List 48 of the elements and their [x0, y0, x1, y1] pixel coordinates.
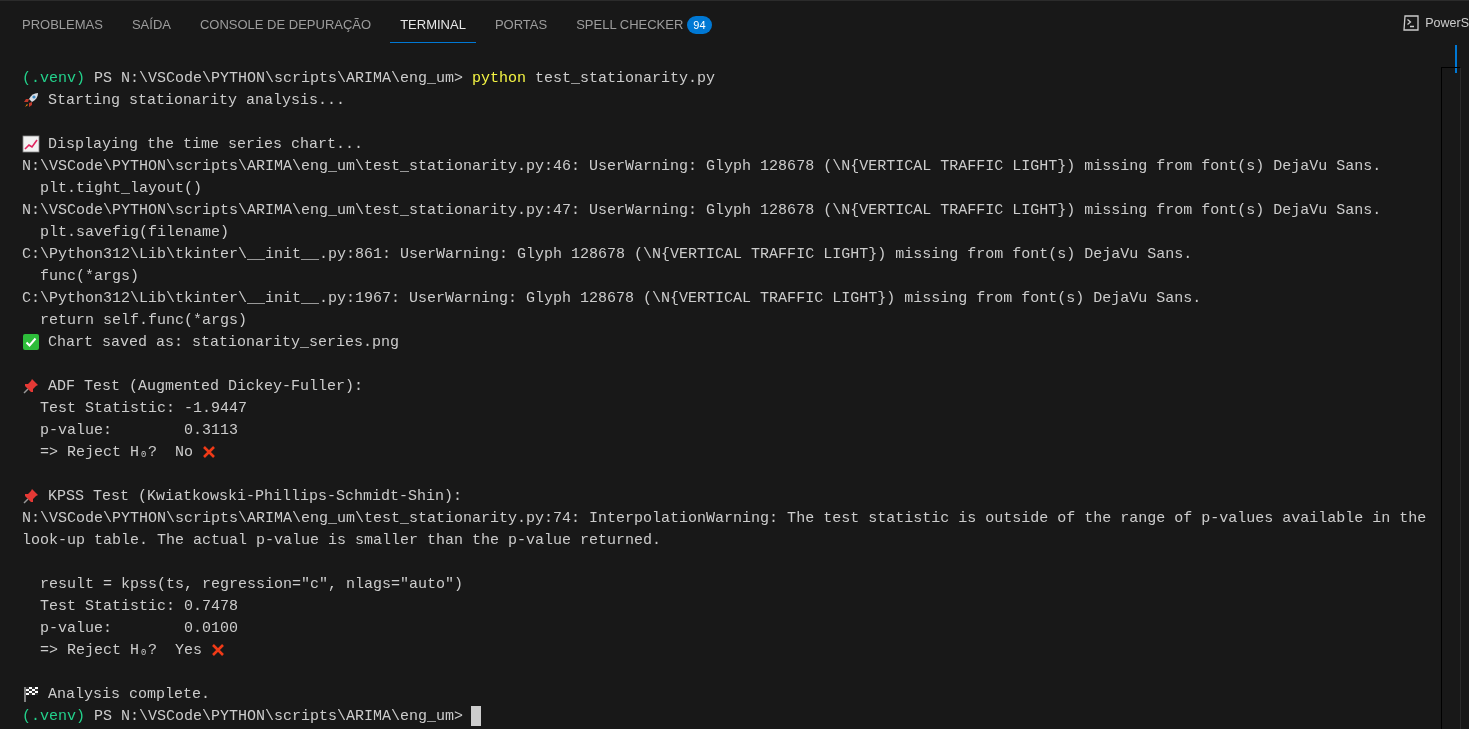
output-line: p-value: 0.3113: [39, 421, 239, 439]
output-line: Test Statistic: 0.7478: [39, 597, 239, 615]
output-line: N:\VSCode\PYTHON\scripts\ARIMA\eng_um\test_stationarity.py:47: UserWarning: Glyph 128678 (\N{VERTICAL TRAFFIC LIGHT}) missing from font(s) DejaVu Sans.: [22, 201, 1382, 219]
output-line: Starting stationarity analysis...: [48, 91, 346, 109]
panel-tab[interactable]: PORTAS: [484, 3, 558, 43]
output-line: => Reject H₀? Yes: [39, 641, 203, 659]
panel-tab[interactable]: SAÍDA: [121, 3, 181, 43]
cross-icon: [202, 445, 217, 459]
rocket-icon: [22, 91, 40, 109]
output-line: ADF Test (Augmented Dickey-Fuller):: [48, 377, 364, 395]
pushpin-icon: [22, 487, 40, 505]
output-line: Test Statistic: -1.9447: [39, 399, 248, 417]
output-line: p-value: 0.0100: [39, 619, 239, 637]
chart-icon: [22, 135, 40, 153]
panel-tab[interactable]: SPELL CHECKER 94: [566, 3, 722, 43]
output-line: N:\VSCode\PYTHON\scripts\ARIMA\eng_um\test_stationarity.py:74: InterpolationWarning: The test statistic is outside of the range of p-values available in the: [22, 509, 1427, 527]
prompt-path: PS N:\VSCode\PYTHON\scripts\ARIMA\eng_um>: [94, 707, 464, 725]
output-line: C:\Python312\Lib\tkinter\__init__.py:861: UserWarning: Glyph 128678 (\N{VERTICAL TRAFFIC LIGHT}) missing from font(s) DejaVu Sans.: [22, 245, 1193, 263]
venv-label: (.venv): [22, 707, 85, 725]
pushpin-icon: [22, 377, 40, 395]
checkered-flag-icon: [22, 685, 40, 703]
scrollbar-marker: [1455, 45, 1457, 73]
output-line: func(*args): [39, 267, 140, 285]
panel-tab[interactable]: PROBLEMAS: [12, 3, 113, 43]
venv-label: (.venv): [22, 69, 85, 87]
output-line: KPSS Test (Kwiatkowski-Phillips-Schmidt-Shin):: [48, 487, 463, 505]
command-args: test_stationarity.py: [535, 69, 716, 87]
output-line: Displaying the time series chart...: [48, 135, 364, 153]
output-line: => Reject H₀? No: [39, 443, 194, 461]
count-badge: 94: [687, 15, 712, 34]
command-text: python: [472, 69, 527, 87]
output-line: C:\Python312\Lib\tkinter\__init__.py:1967: UserWarning: Glyph 128678 (\N{VERTICAL TRAFFIC LIGHT}) missing from font(s) DejaVu Sans.: [22, 289, 1202, 307]
panel-tab[interactable]: TERMINAL: [390, 3, 476, 43]
output-line: return self.func(*args): [39, 311, 248, 329]
output-line: plt.tight_layout(): [39, 179, 203, 197]
prompt-path: PS N:\VSCode\PYTHON\scripts\ARIMA\eng_um>: [94, 69, 464, 87]
output-line: result = kpss(ts, regression="c", nlags="auto"): [39, 575, 464, 593]
output-line: Analysis complete.: [48, 685, 211, 703]
panel-tab[interactable]: CONSOLE DE DEPURAÇÃO: [189, 3, 382, 43]
output-line: plt.savefig(filename): [39, 223, 230, 241]
cross-icon: [211, 643, 226, 657]
output-line: look-up table. The actual p-value is smaller than the p-value returned.: [22, 531, 662, 549]
output-line: Chart saved as: stationarity_series.png: [48, 333, 400, 351]
terminal-selector[interactable]: PowerS: [1402, 14, 1469, 32]
output-line: N:\VSCode\PYTHON\scripts\ARIMA\eng_um\test_stationarity.py:46: UserWarning: Glyph 128678 (\N{VERTICAL TRAFFIC LIGHT}) missing from font(s) DejaVu Sans.: [22, 157, 1382, 175]
terminal-name: PowerS: [1425, 16, 1469, 30]
check-icon: [22, 333, 40, 351]
terminal-icon: [1402, 14, 1421, 32]
